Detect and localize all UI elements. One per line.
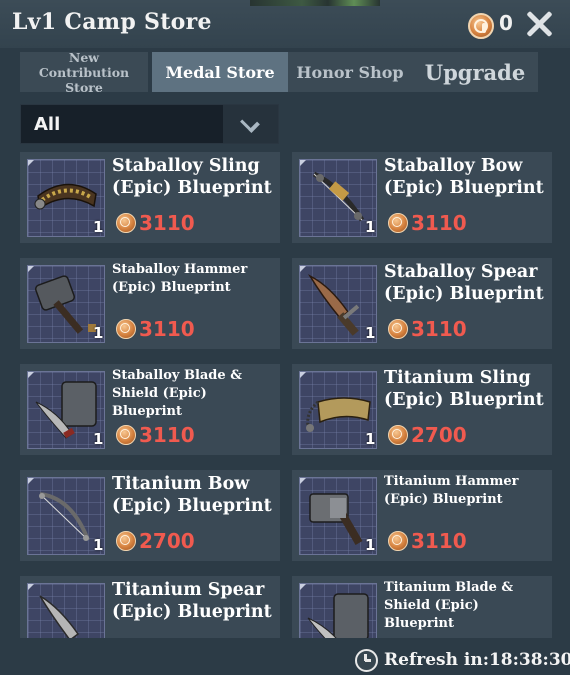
item-quantity: 1 bbox=[93, 324, 104, 342]
item-name: Titanium Bow (Epic) Blueprint bbox=[112, 474, 272, 516]
item-price: 2700 bbox=[411, 423, 467, 447]
item-quantity: 1 bbox=[365, 430, 376, 448]
item-card[interactable]: 1 Staballoy Hammer (Epic) Blueprint 3110 bbox=[20, 258, 280, 349]
item-card[interactable]: 1 Titanium Hammer (Epic) Blueprint 3110 bbox=[292, 470, 552, 561]
item-price: 3110 bbox=[411, 317, 467, 341]
medal-coin-icon bbox=[116, 213, 136, 233]
medal-count: 0 bbox=[499, 11, 513, 35]
tab-upgrade[interactable]: Upgrade bbox=[412, 52, 538, 92]
blade-shield-icon bbox=[299, 583, 377, 638]
item-price: 2700 bbox=[139, 529, 195, 553]
tab-medal-store[interactable]: Medal Store bbox=[152, 52, 288, 92]
item-card[interactable]: 1 Staballoy Spear (Epic) Blueprint 3110 bbox=[292, 258, 552, 349]
item-quantity: 1 bbox=[93, 430, 104, 448]
item-card[interactable]: Titanium Blade & Shield (Epic) Blueprint bbox=[292, 576, 552, 638]
item-name: Staballoy Sling (Epic) Blueprint bbox=[112, 156, 272, 198]
medal-coin-icon bbox=[388, 213, 408, 233]
item-card[interactable]: 1 Staballoy Sling (Epic) Blueprint 3110 bbox=[20, 152, 280, 243]
medal-coin-icon bbox=[468, 13, 494, 39]
sling-icon: 1 bbox=[299, 371, 377, 449]
bow-icon: 1 bbox=[299, 159, 377, 237]
category-filter-dropdown[interactable]: All bbox=[20, 104, 279, 144]
map-strip-decoration bbox=[250, 0, 380, 6]
hammer-icon: 1 bbox=[27, 265, 105, 343]
item-name: Titanium Blade & Shield (Epic) Blueprint bbox=[384, 580, 514, 631]
item-name: Titanium Hammer (Epic) Blueprint bbox=[384, 474, 519, 507]
item-quantity: 1 bbox=[93, 218, 104, 236]
medal-coin-icon bbox=[116, 531, 136, 551]
item-quantity: 1 bbox=[365, 536, 376, 554]
chevron-down-icon bbox=[240, 113, 260, 133]
store-title: Lv1 Camp Store bbox=[12, 9, 212, 35]
item-price: 3110 bbox=[139, 423, 195, 447]
medal-coin-icon bbox=[388, 425, 408, 445]
tab-honor-shop[interactable]: Honor Shop bbox=[288, 52, 412, 92]
item-price: 3110 bbox=[139, 211, 195, 235]
medal-coin-icon bbox=[388, 319, 408, 339]
item-card[interactable]: 1 Staballoy Bow (Epic) Blueprint 3110 bbox=[292, 152, 552, 243]
spear-icon: 1 bbox=[299, 265, 377, 343]
item-price: 3110 bbox=[411, 529, 467, 553]
clock-icon bbox=[355, 649, 378, 672]
item-price: 3110 bbox=[411, 211, 467, 235]
filter-selected-value: All bbox=[34, 114, 61, 135]
spear-icon bbox=[27, 583, 105, 638]
close-icon[interactable] bbox=[524, 9, 554, 39]
item-name: Titanium Sling (Epic) Blueprint bbox=[384, 368, 544, 410]
medal-coin-icon bbox=[116, 319, 136, 339]
item-quantity: 1 bbox=[93, 536, 104, 554]
filter-toggle-button[interactable] bbox=[223, 105, 278, 143]
item-name: Staballoy Bow (Epic) Blueprint bbox=[384, 156, 544, 198]
item-card[interactable]: 1 Titanium Sling (Epic) Blueprint 2700 bbox=[292, 364, 552, 455]
sling-icon: 1 bbox=[27, 159, 105, 237]
bow-icon: 1 bbox=[27, 477, 105, 555]
medal-coin-icon bbox=[388, 531, 408, 551]
tab-new-contribution-store[interactable]: New Contribution Store bbox=[20, 50, 148, 95]
item-name: Staballoy Spear (Epic) Blueprint bbox=[384, 262, 544, 304]
refresh-countdown: Refresh in:18:38:30 bbox=[384, 650, 570, 670]
blade-shield-icon: 1 bbox=[27, 371, 105, 449]
item-price: 3110 bbox=[139, 317, 195, 341]
item-card[interactable]: Titanium Spear (Epic) Blueprint bbox=[20, 576, 280, 638]
item-quantity: 1 bbox=[365, 218, 376, 236]
hammer-icon: 1 bbox=[299, 477, 377, 555]
item-grid: 1 Staballoy Sling (Epic) Blueprint 3110 … bbox=[20, 152, 552, 638]
item-name: Staballoy Blade & Shield (Epic) Blueprin… bbox=[112, 368, 242, 419]
item-card[interactable]: 1 Staballoy Blade & Shield (Epic) Bluepr… bbox=[20, 364, 280, 455]
medal-coin-icon bbox=[116, 425, 136, 445]
title-bar: Lv1 Camp Store 0 bbox=[0, 0, 570, 48]
item-quantity: 1 bbox=[365, 324, 376, 342]
item-card[interactable]: 1 Titanium Bow (Epic) Blueprint 2700 bbox=[20, 470, 280, 561]
item-name: Staballoy Hammer (Epic) Blueprint bbox=[112, 262, 248, 295]
item-name: Titanium Spear (Epic) Blueprint bbox=[112, 580, 272, 622]
